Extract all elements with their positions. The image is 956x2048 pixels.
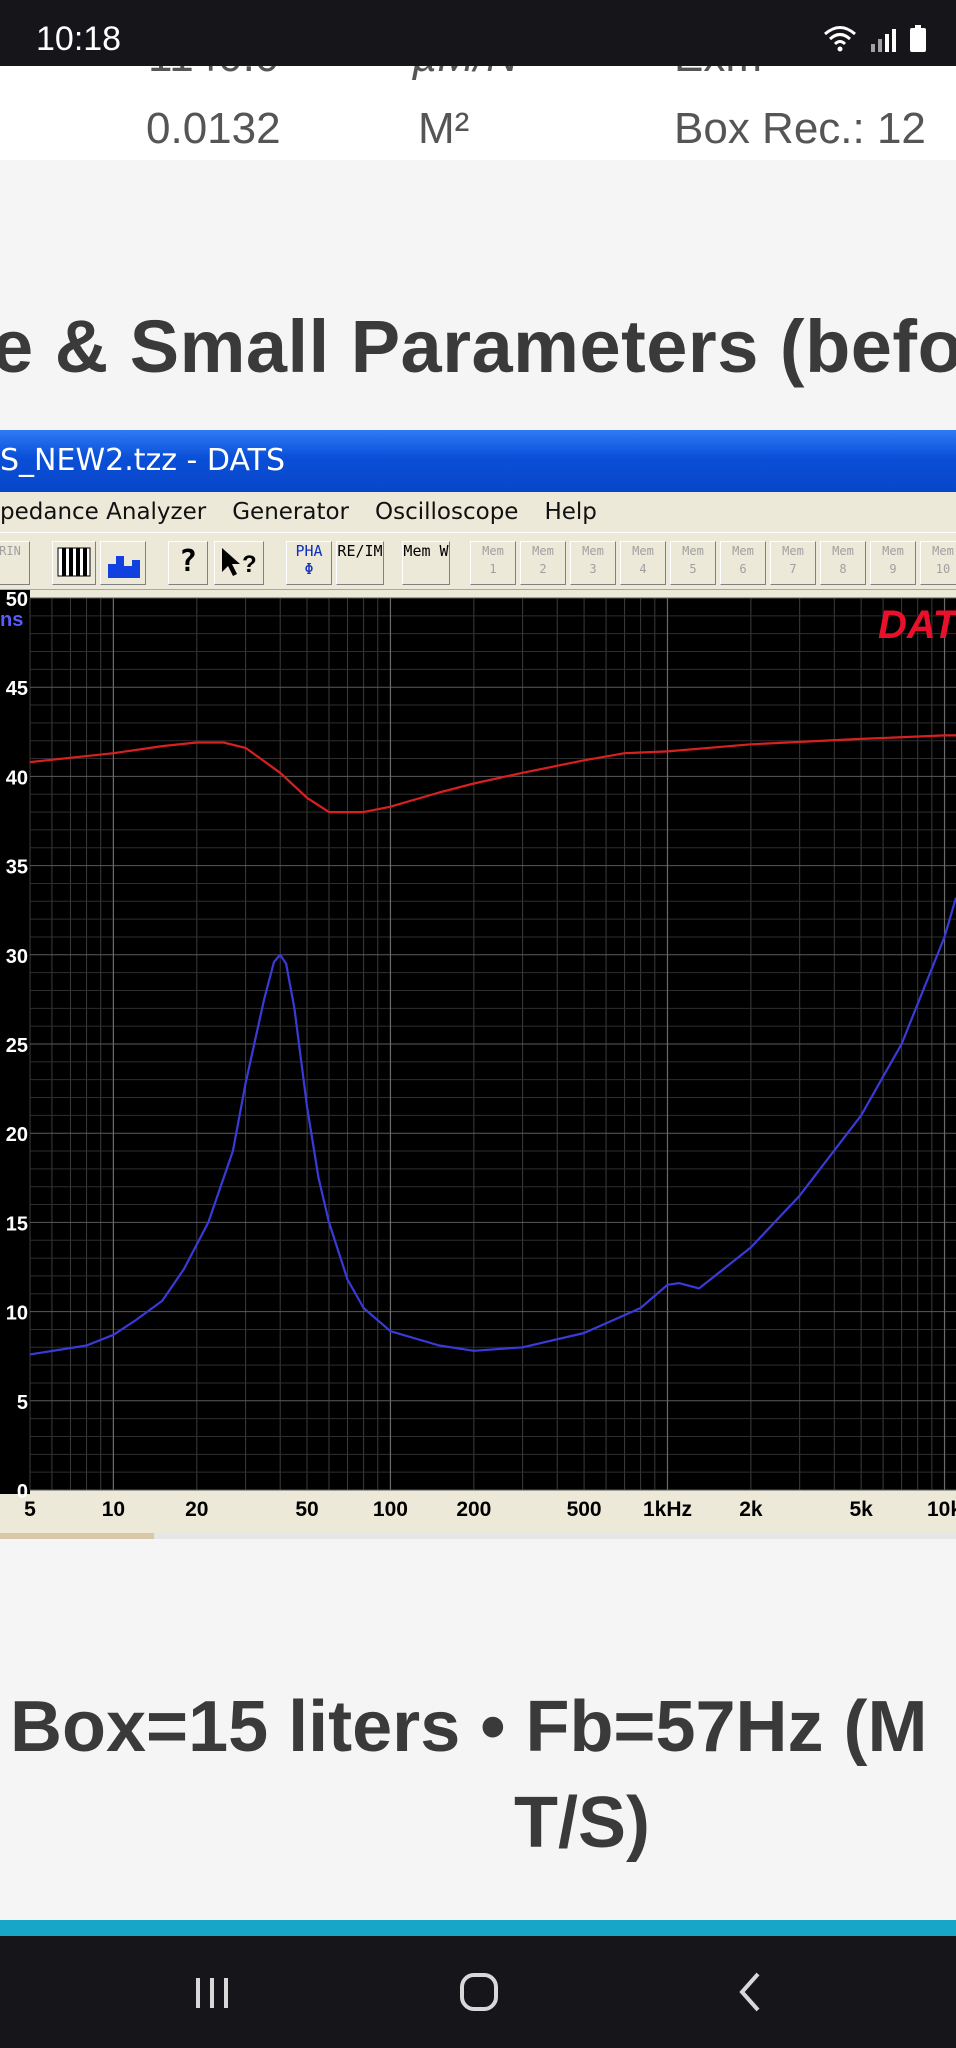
rin-button[interactable]: RIN	[0, 541, 30, 585]
help-button[interactable]: ?	[168, 541, 208, 585]
table-cell: Box Rec.: 12	[674, 104, 926, 153]
table-cell: Exm	[674, 66, 762, 82]
impedance-chart: 05101520253035404550ns5 10 20 50 100 200 500 1k…	[0, 590, 956, 1536]
memory-slot-button[interactable]: Mem 1	[470, 541, 516, 585]
toolbar: RIN ? ? PHA Φ RE/IM Mem W Mem 1 Mem 2 Me…	[0, 532, 956, 590]
window-titlebar: S_NEW2.tzz - DATS	[0, 430, 956, 492]
memory-slot-number: 2	[539, 562, 547, 576]
memory-slot-number: 8	[839, 562, 847, 576]
y-tick-label: 30	[6, 946, 28, 968]
y-tick-label: 40	[6, 767, 28, 789]
x-tick-label: 10k	[927, 1498, 956, 1521]
mem-w-label: Mem W	[403, 542, 449, 560]
table-cell: 0.0132	[146, 104, 281, 153]
scrollbar-thumb[interactable]	[0, 1533, 154, 1539]
re-im-label: RE/IM	[337, 542, 383, 560]
menu-generator[interactable]: Generator	[232, 499, 349, 525]
back-button[interactable]	[722, 1966, 782, 2018]
rin-label: RIN	[0, 544, 21, 558]
piano-button[interactable]	[52, 541, 96, 585]
mem-w-button[interactable]: Mem W	[402, 541, 450, 585]
memory-slot-button[interactable]: Mem 10	[920, 541, 956, 585]
accent-divider	[0, 1920, 956, 1936]
phase-button[interactable]: PHA Φ	[286, 541, 332, 585]
piano-icon	[57, 547, 91, 577]
y-tick-label: 45	[6, 678, 28, 700]
memory-slot-number: 7	[789, 562, 797, 576]
phase-label: PHA	[295, 542, 323, 560]
section-heading: e & Small Parameters (befo	[0, 305, 956, 388]
memory-slot-number: 1	[489, 562, 497, 576]
x-tick-label: 200	[456, 1498, 491, 1521]
caption-line-1: Box=15 liters • Fb=57Hz (M	[10, 1687, 928, 1767]
x-tick-label: 5k	[849, 1498, 873, 1521]
x-tick-label: 5	[24, 1498, 36, 1521]
impedance-plot: 0 5 10 15 20 25 30 35 40 45 50 ns 5 10 20 50 100 200 500 1k…	[0, 590, 956, 1536]
memory-slot-number: 6	[739, 562, 747, 576]
signal-icon	[871, 29, 896, 52]
menu-impedance-analyzer[interactable]: pedance Analyzer	[0, 499, 206, 525]
x-tick-label: 10	[102, 1498, 125, 1521]
y-tick-label: 25	[6, 1035, 28, 1057]
x-tick-label: 50	[295, 1498, 318, 1521]
recent-apps-icon	[196, 1978, 228, 2008]
x-tick-label: 2k	[739, 1498, 763, 1521]
parameter-table-strip: 1140.0 µM/N Exm 0.0132 M² Box Rec.: 12	[0, 66, 956, 160]
bars-icon	[108, 556, 140, 578]
x-tick-label: 500	[567, 1498, 602, 1521]
memory-slot-button[interactable]: Mem 7	[770, 541, 816, 585]
back-icon	[739, 1972, 760, 2012]
memory-slot-button[interactable]: Mem 8	[820, 541, 866, 585]
memory-slot-button[interactable]: Mem 3	[570, 541, 616, 585]
horizontal-scrollbar[interactable]	[0, 1533, 956, 1539]
memory-slot-button[interactable]: Mem 6	[720, 541, 766, 585]
home-button[interactable]	[450, 1966, 510, 2018]
context-help-button[interactable]: ?	[214, 541, 264, 585]
table-cell: M²	[418, 104, 470, 153]
memory-slot-button[interactable]: Mem 9	[870, 541, 916, 585]
memory-slot-number: 5	[689, 562, 697, 576]
bar-graph-button[interactable]	[100, 541, 146, 585]
y-tick-label: 50	[6, 590, 28, 611]
recent-apps-button[interactable]	[182, 1966, 242, 2018]
x-tick-label: 20	[185, 1498, 208, 1521]
window-title: S_NEW2.tzz - DATS	[0, 443, 286, 478]
memory-slot-number: 3	[589, 562, 597, 576]
memory-slot-button[interactable]: Mem 4	[620, 541, 666, 585]
home-icon	[460, 1973, 498, 2011]
x-tick-label: 100	[373, 1498, 408, 1521]
caption-line-2: T/S)	[514, 1783, 650, 1863]
y-unit-label: ns	[0, 609, 23, 631]
re-im-button[interactable]: RE/IM	[336, 541, 384, 585]
status-icons	[823, 24, 926, 52]
memory-slot-number: 4	[639, 562, 647, 576]
y-tick-label: 5	[17, 1392, 28, 1414]
status-time: 10:18	[36, 20, 122, 58]
memory-slot-number: 10	[935, 562, 951, 576]
pointer-help-icon: ?	[222, 548, 257, 578]
table-cell: 1140.0	[148, 66, 279, 82]
menu-bar: pedance Analyzer Generator Oscilloscope …	[0, 492, 956, 532]
status-bar: 10:18	[0, 0, 956, 66]
x-tick-label: 1kHz	[643, 1498, 692, 1521]
dats-logo: DAT	[878, 603, 956, 647]
memory-slot-button[interactable]: Mem 5	[670, 541, 716, 585]
screen: 10:18 1140.0 µM/N Exm 0.0132 M² Box Rec.…	[0, 0, 956, 2048]
table-cell: µM/N	[412, 66, 518, 82]
y-tick-label: 35	[6, 857, 28, 879]
help-label: ?	[178, 544, 198, 579]
dats-window-screenshot: S_NEW2.tzz - DATS pedance Analyzer Gener…	[0, 430, 956, 1536]
menu-oscilloscope[interactable]: Oscilloscope	[375, 499, 518, 525]
memory-slot-button[interactable]: Mem 2	[520, 541, 566, 585]
y-tick-label: 15	[6, 1213, 28, 1235]
y-tick-label: 20	[6, 1124, 28, 1146]
navigation-bar	[0, 1936, 956, 2048]
y-tick-label: 10	[6, 1303, 28, 1325]
battery-icon	[910, 25, 926, 52]
wifi-icon	[824, 26, 856, 52]
menu-help[interactable]: Help	[544, 499, 596, 525]
svg-text:?: ?	[242, 551, 257, 578]
memory-slot-number: 9	[889, 562, 897, 576]
